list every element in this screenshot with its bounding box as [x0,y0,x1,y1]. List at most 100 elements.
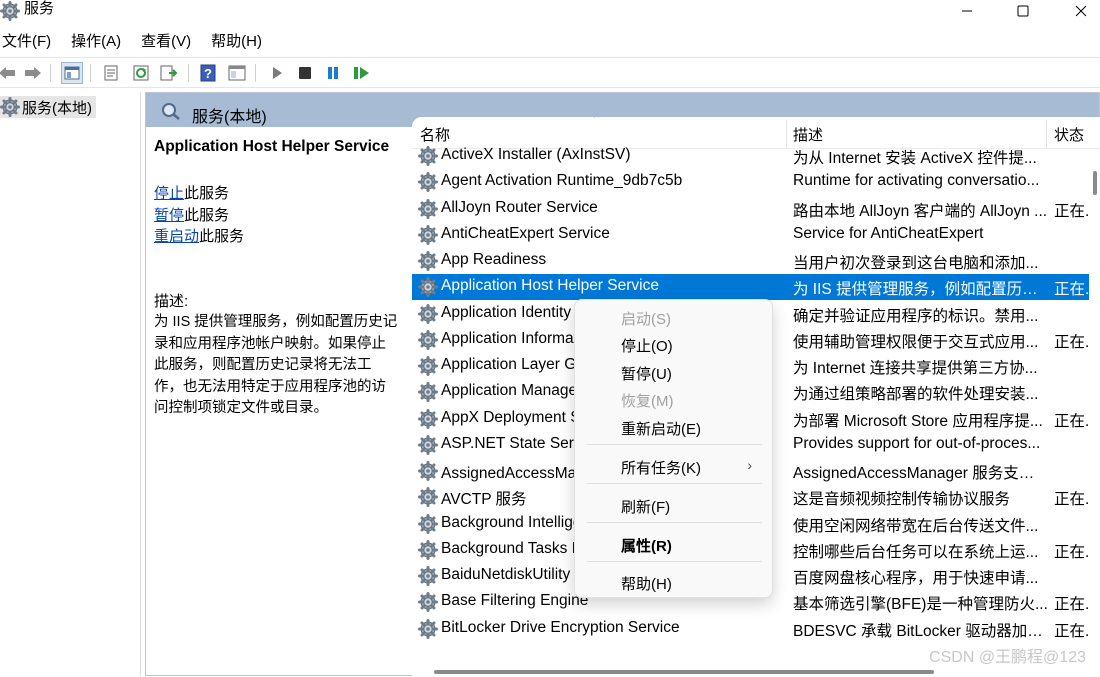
menu-help[interactable]: 帮助(H) [621,573,672,594]
properties-icon [104,65,118,81]
service-description: Service for AntiCheatExpert [793,225,984,242]
service-description: 为 IIS 提供管理服务，例如配置历史... [793,281,1048,298]
service-name: AVCTP 服务 [441,491,527,508]
service-description: 使用空闲网络带宽在后台传送文件... [793,518,1039,535]
service-gear-icon [418,304,438,324]
table-row[interactable]: Application Host Helper Service 为 IIS 提供管… [412,274,1100,300]
back-icon [0,67,15,79]
refresh-button[interactable] [130,62,152,84]
sort-ascending-icon: ^ [594,117,599,124]
service-gear-icon [418,540,438,560]
table-row[interactable]: AllJoyn Router Service 路由本地 AllJoyn 客户端的 … [412,196,1100,222]
toolbar: ? [0,57,1100,88]
service-description: 这是音频视频控制传输协议服务 [793,491,1011,508]
restart-service-link[interactable]: 重启动 [154,228,199,245]
start-service-button[interactable] [266,62,288,84]
console-tree: 服务(本地) [0,92,141,676]
close-button[interactable] [1058,0,1100,22]
help-button[interactable]: ? [197,62,219,84]
service-gear-icon [418,514,438,534]
service-actions: 停止此服务 暂停此服务 重启动此服务 [154,183,244,248]
horizontal-scroll-thumb[interactable] [434,670,934,674]
menu-action[interactable]: 操作(A) [69,30,131,54]
service-title: Application Host Helper Service [154,138,390,155]
back-button[interactable] [0,62,18,84]
column-description[interactable]: 描述 [793,124,823,145]
service-name: Base Filtering Engine [441,592,589,609]
service-gear-icon [418,409,438,429]
show-hide-tree-button[interactable] [61,62,83,84]
pause-suffix: 此服务 [184,206,230,224]
service-gear-icon [418,435,438,455]
table-row[interactable]: ActiveX Installer (AxInstSV) 为从 Internet … [412,143,1100,169]
tree-node-label: 服务(本地) [22,99,92,117]
column-status[interactable]: 状态 [1054,124,1084,145]
service-detail-pane: Application Host Helper Service 停止此服务 暂停… [146,127,408,675]
service-description: AssignedAccessManager 服务支持 ... [793,465,1048,482]
table-row[interactable]: AntiCheatExpert Service Service for AntiC… [412,222,1100,248]
properties-button[interactable] [100,62,122,84]
service-name: BitLocker Drive Encryption Service [441,619,680,636]
menu-help[interactable]: 帮助(H) [209,30,272,54]
menu-properties[interactable]: 属性(R) [621,535,672,556]
stop-service-link[interactable]: 停止 [154,185,184,202]
stop-suffix: 此服务 [184,185,230,202]
service-name: App Readiness [441,251,547,268]
service-gear-icon [418,146,438,166]
service-description: 当用户初次登录到这台电脑和添加... [793,255,1039,272]
menu-file[interactable]: 文件(F) [0,30,61,54]
content-header-label: 服务(本地) [192,109,267,126]
stop-service-icon [299,67,311,79]
vertical-scroll-thumb[interactable] [1093,171,1097,195]
forward-button[interactable] [22,62,44,84]
service-gear-icon [418,356,438,376]
menu-view[interactable]: 查看(V) [139,30,201,54]
close-icon [1075,5,1087,17]
service-description: 确定并验证应用程序的标识。禁用... [793,308,1039,325]
maximize-button[interactable] [1000,0,1046,22]
watermark: CSDN @王鹏程@123 [929,649,1086,666]
help-icon: ? [200,64,216,82]
service-description: 使用辅助管理权限便于交互式应用... [793,334,1039,351]
table-row[interactable]: Agent Activation Runtime_9db7c5b Runtime … [412,169,1100,195]
service-gear-icon [418,382,438,402]
export-list-button[interactable] [158,62,180,84]
service-description: 为部署 Microsoft Store 应用程序提... [793,413,1043,430]
pause-service-button[interactable] [322,62,344,84]
service-gear-icon [418,330,438,350]
window-title: 服务 [24,0,55,17]
service-name: Application Host Helper Service [441,277,659,294]
export-list-icon [160,65,178,81]
service-gear-icon [418,199,438,219]
restart-service-icon [354,67,369,79]
restart-service-button[interactable] [351,62,373,84]
pause-service-link[interactable]: 暂停 [154,207,184,224]
menu-refresh[interactable]: 刷新(F) [621,496,670,517]
menu-restart[interactable]: 重新启动(E) [621,418,701,439]
forward-icon [25,67,41,79]
service-description: 百度网盘核心程序，用于快速申请... [793,570,1039,587]
menu-pause[interactable]: 暂停(U) [621,363,672,384]
magnifier-icon [162,103,180,120]
show-hide-tree-icon [64,66,80,80]
menu-bar: 文件(F) 操作(A) 查看(V) 帮助(H) [0,30,1100,54]
tree-node-services-local[interactable]: 服务(本地) [0,96,96,118]
minimize-button[interactable] [944,0,990,22]
vertical-scrollbar[interactable] [1089,149,1100,677]
table-row[interactable]: App Readiness 当用户初次登录到这台电脑和添加... [412,248,1100,274]
services-app-icon [0,1,20,21]
menu-stop[interactable]: 停止(O) [621,335,673,356]
service-gear-icon [418,592,438,612]
service-gear-icon [418,172,438,192]
menu-start: 启动(S) [621,311,671,328]
menu-all-tasks[interactable]: 所有任务(K) [621,457,701,478]
console-button[interactable] [226,62,248,84]
service-gear-icon [418,461,438,481]
service-description: Runtime for activating conversatio... [793,172,1040,189]
start-service-icon [273,67,282,79]
service-name: AntiCheatExpert Service [441,225,610,242]
table-row[interactable]: BitLocker Drive Encryption Service BDESVC… [412,616,1100,642]
stop-service-button[interactable] [294,62,316,84]
column-name[interactable]: 名称 [420,124,450,145]
service-description: 路由本地 AllJoyn 客户端的 AllJoyn ... [793,203,1048,220]
